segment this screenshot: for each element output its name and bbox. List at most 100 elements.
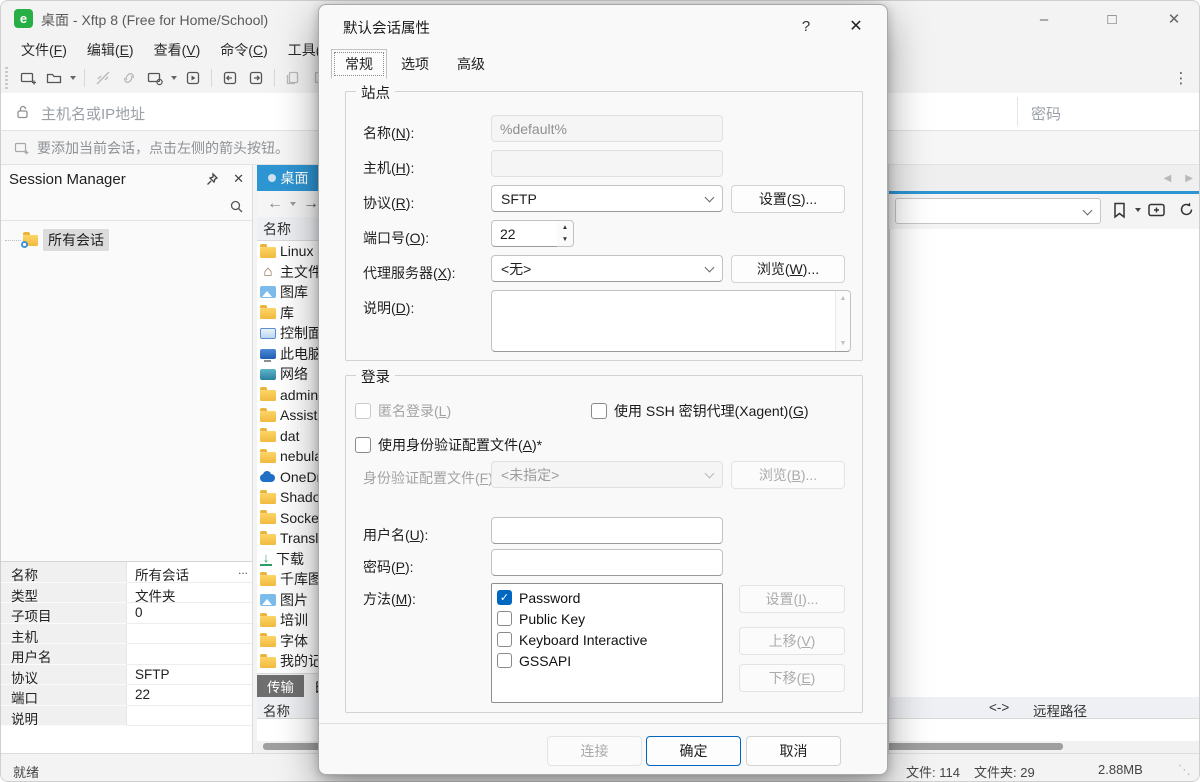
close-button[interactable]: ✕ xyxy=(1159,7,1189,31)
checkbox-icon xyxy=(355,437,371,453)
session-search-row[interactable] xyxy=(1,193,252,221)
import-icon[interactable] xyxy=(217,66,243,90)
checkbox-icon xyxy=(497,632,512,647)
dialog-password-input[interactable] xyxy=(491,549,723,576)
move-down-button: 下移(E) xyxy=(739,664,845,692)
new-folder-icon[interactable] xyxy=(1147,201,1167,219)
auth-profile-checkbox[interactable]: 使用身份验证配置文件(A)* xyxy=(355,435,542,455)
run-icon[interactable] xyxy=(180,66,206,90)
file-icon xyxy=(260,552,272,566)
transfer-remote-column[interactable]: 远程路径 xyxy=(1033,700,1087,720)
auth-method-row[interactable]: GSSAPI xyxy=(497,650,717,671)
menu-item[interactable]: 文件(F) xyxy=(11,38,77,62)
tab-scroll-right-icon[interactable]: ▶ xyxy=(1185,173,1193,184)
unlock-icon xyxy=(15,104,31,120)
auth-profile-label: 身份验证配置文件(F): xyxy=(363,468,497,488)
property-value: 所有会话 xyxy=(135,568,189,583)
more-button[interactable]: ... xyxy=(238,563,248,577)
auth-method-row[interactable]: Public Key xyxy=(497,608,717,629)
file-name: 控制面 xyxy=(280,323,322,343)
tree-item-all-sessions[interactable]: 所有会话 xyxy=(5,229,252,251)
menu-item[interactable]: 编辑(E) xyxy=(77,38,144,62)
auth-method-name: GSSAPI xyxy=(519,653,571,669)
chevron-down-icon[interactable] xyxy=(1083,206,1093,216)
dialog-close-button[interactable]: ✕ xyxy=(841,13,871,39)
auth-method-row[interactable]: Keyboard Interactive xyxy=(497,629,717,650)
file-icon xyxy=(260,369,276,380)
menu-item[interactable]: 命令(C) xyxy=(210,38,277,62)
connect-button: 连接 xyxy=(547,736,642,766)
proxy-browse-button[interactable]: 浏览(W)... xyxy=(731,255,845,283)
host-label: 主机(H): xyxy=(363,158,414,178)
tab-scroll-left-icon[interactable]: ◀ xyxy=(1164,173,1172,184)
remote-path-combo[interactable] xyxy=(895,198,1101,224)
auth-method-name: Password xyxy=(519,590,580,606)
open-folder-icon[interactable] xyxy=(41,66,67,90)
toolbar-grip[interactable] xyxy=(5,67,8,89)
property-row: 名称 所有会话... xyxy=(1,562,252,583)
export-icon[interactable] xyxy=(243,66,269,90)
ok-button[interactable]: 确定 xyxy=(646,736,741,766)
minimize-button[interactable]: – xyxy=(1029,7,1059,31)
open-folder-dropdown-icon[interactable] xyxy=(70,76,76,80)
session-properties-icon[interactable] xyxy=(142,66,168,90)
panel-close-icon[interactable]: ✕ xyxy=(233,171,244,187)
status-ready: 就绪 xyxy=(13,762,39,781)
property-row: 端口 22 xyxy=(1,685,252,706)
port-spinner[interactable]: ▲▼ xyxy=(557,220,574,247)
back-icon[interactable]: ← xyxy=(263,195,287,213)
transfer-direction-column[interactable]: <-> xyxy=(989,700,1009,715)
session-properties-panel: 名称 所有会话... 类型 文件夹 子项目 0 主机 用户名 xyxy=(1,561,253,753)
username-input[interactable] xyxy=(877,93,1017,130)
bookmark-dropdown-icon[interactable] xyxy=(1135,208,1141,212)
new-session-icon[interactable] xyxy=(15,66,41,90)
xagent-checkbox[interactable]: 使用 SSH 密钥代理(Xagent)(G) xyxy=(591,401,809,421)
file-icon xyxy=(260,575,276,586)
file-icon xyxy=(260,452,276,463)
session-manager-panel: Session Manager ✕ 所有会话 xyxy=(1,165,253,561)
property-row: 类型 文件夹 xyxy=(1,583,252,604)
protocol-settings-button[interactable]: 设置(S)... xyxy=(731,185,845,213)
maximize-button[interactable]: □ xyxy=(1097,7,1127,31)
file-name: 千库图 xyxy=(280,569,322,589)
file-name: nebula xyxy=(280,448,322,464)
toolbar-overflow-icon[interactable]: ⋮ xyxy=(1171,65,1191,91)
file-name: 库 xyxy=(280,303,294,323)
password-label: 密码(P): xyxy=(363,557,414,577)
file-icon xyxy=(260,390,276,401)
search-icon[interactable] xyxy=(229,199,244,214)
password-input[interactable]: 密码 xyxy=(1031,103,1061,124)
protocol-combo[interactable]: SFTP xyxy=(491,185,723,212)
dialog-username-input[interactable] xyxy=(491,517,723,544)
property-value: 文件夹 xyxy=(135,589,176,604)
dialog-tab[interactable]: 常规 xyxy=(331,49,387,79)
checkbox-icon xyxy=(591,403,607,419)
back-history-icon[interactable] xyxy=(290,202,296,206)
proxy-combo[interactable]: <无> xyxy=(491,255,723,282)
menu-item[interactable]: 查看(V) xyxy=(144,38,211,62)
file-icon xyxy=(260,493,276,504)
cancel-button[interactable]: 取消 xyxy=(746,736,841,766)
dialog-tab[interactable]: 选项 xyxy=(387,49,443,79)
description-textarea[interactable]: ▲ ▼ xyxy=(491,290,851,352)
resize-grip[interactable]: ⋱ xyxy=(1178,762,1191,778)
file-name: 图片 xyxy=(280,590,308,610)
file-icon xyxy=(260,616,276,627)
dialog-tab[interactable]: 高级 xyxy=(443,49,499,79)
dialog-help-button[interactable]: ? xyxy=(793,13,819,39)
session-properties-dropdown-icon[interactable] xyxy=(171,76,177,80)
textarea-scrollbar[interactable]: ▲ ▼ xyxy=(835,291,850,351)
auth-methods-listbox[interactable]: ✓ Password Public Key Keyboard Interacti… xyxy=(491,583,723,703)
pin-icon[interactable] xyxy=(205,172,219,186)
tab-desktop[interactable]: 桌面 xyxy=(257,165,319,191)
spin-down-icon: ▼ xyxy=(557,234,573,247)
refresh-icon[interactable] xyxy=(1177,200,1196,219)
host-address-input[interactable]: 主机名或IP地址 xyxy=(41,103,145,124)
auth-method-row[interactable]: ✓ Password xyxy=(497,587,717,608)
property-label: 用户名 xyxy=(1,644,127,665)
port-input[interactable]: 22 xyxy=(491,220,558,247)
bookmark-icon[interactable] xyxy=(1111,201,1128,220)
transfer-name-column[interactable]: 名称 xyxy=(263,700,290,720)
tab-transfer[interactable]: 传输 xyxy=(257,675,304,697)
file-name: 网络 xyxy=(280,364,308,384)
